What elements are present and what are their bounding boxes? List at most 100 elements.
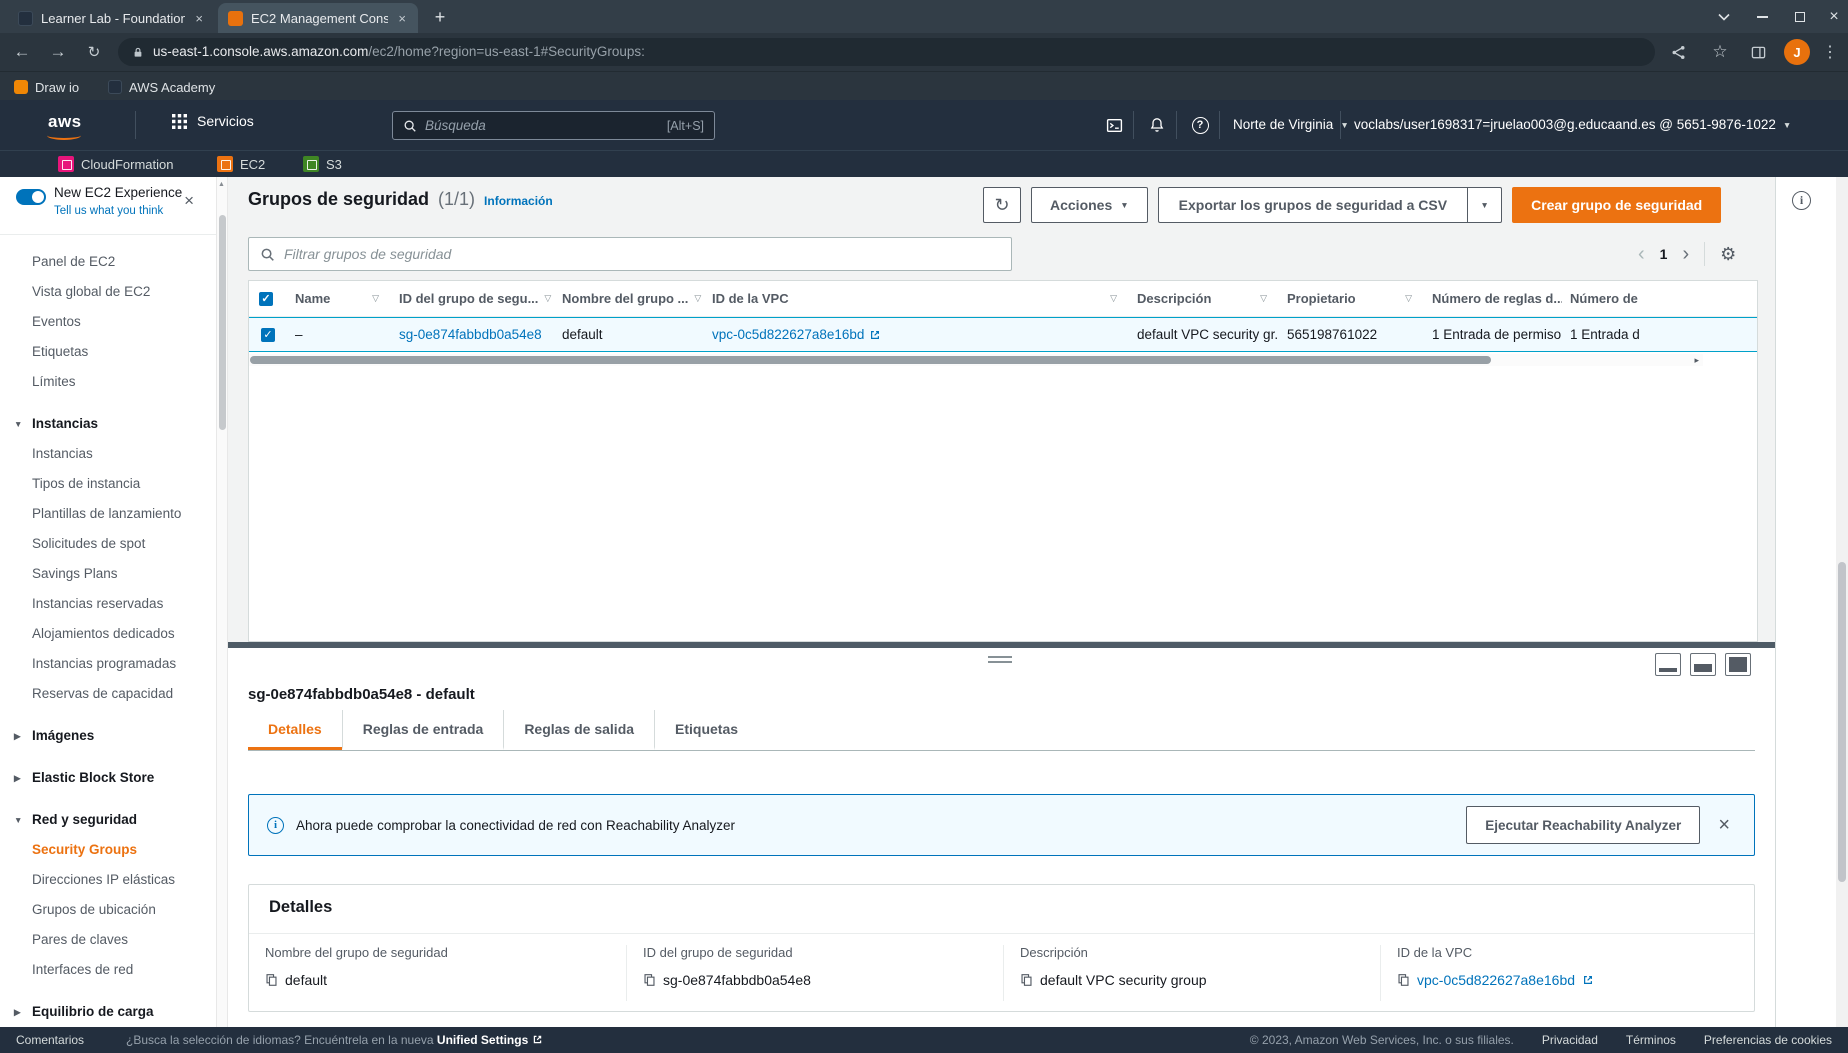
scroll-up-icon[interactable]: ▲ — [218, 181, 225, 188]
sidebar-close-icon[interactable]: × — [184, 191, 194, 211]
sidebar-item-ip-elasticas[interactable]: Direcciones IP elásticas — [0, 865, 216, 895]
terms-link[interactable]: Términos — [1626, 1033, 1676, 1047]
favorite-cloudformation[interactable]: CloudFormation — [58, 156, 174, 172]
filter-triangle-icon[interactable]: ▽ — [694, 293, 701, 304]
url-bar[interactable]: us-east-1.console.aws.amazon.com/ec2/hom… — [118, 38, 1655, 66]
new-ec2-experience-toggle[interactable] — [16, 189, 46, 205]
share-icon[interactable] — [1666, 40, 1690, 64]
copy-icon[interactable] — [643, 973, 656, 987]
filter-triangle-icon[interactable]: ▽ — [544, 293, 551, 304]
window-maximize-button[interactable] — [1782, 0, 1818, 33]
panel-bottom-layout-icon[interactable] — [1655, 653, 1681, 676]
filter-triangle-icon[interactable]: ▽ — [1110, 293, 1117, 304]
notifications-bell-icon[interactable] — [1146, 114, 1168, 136]
column-header-inbound-rules[interactable]: Número de reglas d...▽ — [1424, 281, 1562, 316]
tab-reglas-entrada[interactable]: Reglas de entrada — [342, 710, 504, 750]
tab-search-chevron-icon[interactable] — [1706, 0, 1742, 33]
feedback-link[interactable]: Comentarios — [16, 1033, 84, 1047]
split-view-icon[interactable] — [1746, 40, 1770, 64]
favorite-s3[interactable]: S3 — [303, 156, 342, 172]
sidebar-item-etiquetas[interactable]: Etiquetas — [0, 337, 216, 367]
create-security-group-button[interactable]: Crear grupo de seguridad — [1512, 187, 1721, 223]
sidebar-section-equilibrio[interactable]: ▶Equilibrio de carga — [0, 997, 216, 1027]
next-page-icon[interactable]: › — [1682, 243, 1689, 266]
cell-sg-id[interactable]: sg-0e874fabbdb0a54e8 — [391, 318, 554, 351]
row-checkbox[interactable]: ✓ — [249, 318, 287, 351]
panel-split-layout-icon[interactable] — [1690, 653, 1716, 676]
checkbox-checked-icon[interactable]: ✓ — [259, 292, 273, 306]
browser-profile-avatar[interactable]: J — [1784, 39, 1810, 65]
sidebar-item-reservas-capacidad[interactable]: Reservas de capacidad — [0, 679, 216, 709]
cell-vpc-id[interactable]: vpc-0c5d822627a8e16bd — [704, 318, 1129, 351]
back-button[interactable]: ← — [8, 38, 36, 66]
console-search-input[interactable] — [425, 118, 659, 133]
sidebar-item-grupos-ubicacion[interactable]: Grupos de ubicación — [0, 895, 216, 925]
column-header-group-name[interactable]: Nombre del grupo ...▽ — [554, 281, 704, 316]
forward-button[interactable]: → — [44, 38, 72, 66]
bookmark-drawio[interactable]: Draw io — [14, 77, 79, 97]
column-header-name[interactable]: Name▽ — [287, 281, 391, 316]
sidebar-item-plantillas[interactable]: Plantillas de lanzamiento — [0, 499, 216, 529]
tell-us-link[interactable]: Tell us what you think — [54, 205, 163, 217]
actions-button[interactable]: Acciones▼ — [1031, 187, 1148, 223]
sidebar-item-spot[interactable]: Solicitudes de spot — [0, 529, 216, 559]
column-header-outbound-rules[interactable]: Número de — [1562, 281, 1758, 316]
filter-input[interactable] — [284, 246, 1000, 262]
favorite-ec2[interactable]: EC2 — [217, 156, 265, 172]
sidebar-item-instancias[interactable]: Instancias — [0, 439, 216, 469]
sidebar-item-tipos-instancia[interactable]: Tipos de instancia — [0, 469, 216, 499]
privacy-link[interactable]: Privacidad — [1542, 1033, 1598, 1047]
sidebar-item-limites[interactable]: Límites — [0, 367, 216, 397]
page-scrollbar[interactable] — [1836, 177, 1848, 1027]
previous-page-icon[interactable]: ‹ — [1638, 243, 1645, 266]
browser-tab-learner-lab[interactable]: Learner Lab - Foundationa × — [8, 3, 215, 33]
filter-box[interactable] — [248, 237, 1012, 271]
sidebar-section-instancias[interactable]: ▼Instancias — [0, 409, 216, 439]
sidebar-section-red-seguridad[interactable]: ▼Red y seguridad — [0, 805, 216, 835]
window-minimize-button[interactable] — [1744, 0, 1780, 33]
panel-full-layout-icon[interactable] — [1725, 653, 1751, 676]
run-reachability-analyzer-button[interactable]: Ejecutar Reachability Analyzer — [1466, 806, 1700, 844]
horizontal-scrollbar-thumb[interactable] — [250, 356, 1491, 364]
help-icon[interactable]: ? — [1189, 114, 1211, 136]
filter-triangle-icon[interactable]: ▽ — [1405, 293, 1412, 304]
table-row-selected[interactable]: ✓ – sg-0e874fabbdb0a54e8 default vpc-0c5… — [249, 317, 1757, 352]
sidebar-item-security-groups[interactable]: Security Groups — [0, 835, 216, 865]
filter-triangle-icon[interactable]: ▽ — [1260, 293, 1267, 304]
field-value-link[interactable]: vpc-0c5d822627a8e16bd — [1417, 972, 1575, 988]
page-scrollbar-thumb[interactable] — [1838, 562, 1846, 882]
copy-icon[interactable] — [1397, 973, 1410, 987]
column-header-description[interactable]: Descripción▽ — [1129, 281, 1279, 316]
export-csv-split-button[interactable]: Exportar los grupos de seguridad a CSV ▼ — [1158, 187, 1502, 223]
account-menu[interactable]: voclabs/user1698317=jruelao003@g.educaan… — [1354, 117, 1791, 132]
sidebar-item-programadas[interactable]: Instancias programadas — [0, 649, 216, 679]
region-selector[interactable]: Norte de Virginia ▼ — [1233, 117, 1349, 132]
tab-detalles[interactable]: Detalles — [248, 710, 342, 750]
sidebar-item-interfaces-red[interactable]: Interfaces de red — [0, 955, 216, 985]
info-link[interactable]: Información — [484, 194, 553, 208]
filter-triangle-icon[interactable]: ▽ — [372, 293, 379, 304]
sidebar-item-eventos[interactable]: Eventos — [0, 307, 216, 337]
column-header-owner[interactable]: Propietario▽ — [1279, 281, 1424, 316]
sidebar-item-vista-global[interactable]: Vista global de EC2 — [0, 277, 216, 307]
browser-tab-ec2-console[interactable]: EC2 Management Console × — [218, 3, 418, 33]
tab-close-icon[interactable]: × — [193, 11, 205, 26]
banner-close-icon[interactable]: × — [1712, 814, 1736, 837]
column-header-sg-id[interactable]: ID del grupo de segu...▽ — [391, 281, 554, 316]
sidebar-item-alojamientos[interactable]: Alojamientos dedicados — [0, 619, 216, 649]
info-panel-toggle-icon[interactable]: i — [1792, 191, 1811, 210]
browser-menu-icon[interactable]: ⋮ — [1818, 40, 1842, 64]
bookmark-aws-academy[interactable]: AWS Academy — [108, 77, 215, 97]
refresh-button[interactable]: ↻ — [983, 187, 1021, 223]
cloudshell-icon[interactable] — [1103, 114, 1125, 136]
sidebar-section-imagenes[interactable]: ▶Imágenes — [0, 721, 216, 751]
sidebar-item-pares-claves[interactable]: Pares de claves — [0, 925, 216, 955]
column-header-vpc-id[interactable]: ID de la VPC▽ — [704, 281, 1129, 316]
table-horizontal-scrollbar[interactable]: ▸ — [249, 354, 1703, 366]
copy-icon[interactable] — [265, 973, 278, 987]
current-page[interactable]: 1 — [1660, 246, 1668, 262]
table-settings-gear-icon[interactable]: ⚙ — [1720, 244, 1736, 265]
window-close-button[interactable]: × — [1816, 0, 1848, 33]
aws-logo[interactable]: aws — [48, 112, 82, 132]
sidebar-scrollbar[interactable]: ▲ — [216, 177, 228, 1027]
